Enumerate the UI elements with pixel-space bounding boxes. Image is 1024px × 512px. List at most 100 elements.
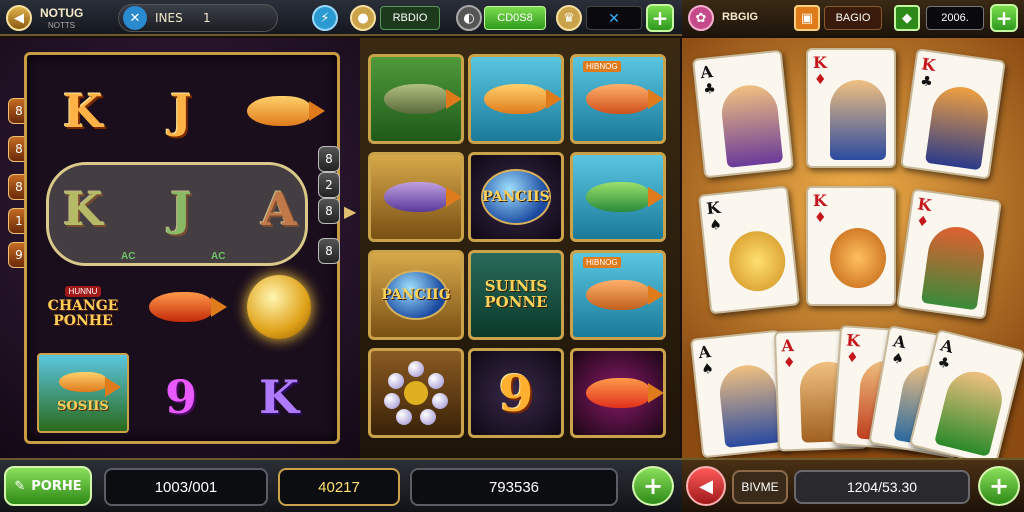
tile[interactable]: 9	[468, 348, 564, 438]
bonus-icon[interactable]: ▣	[794, 5, 820, 31]
tile[interactable]: PANCIIG	[368, 250, 464, 340]
symbol-letter: K	[259, 370, 299, 424]
add-balance-button[interactable]: +	[990, 4, 1018, 32]
back-label-box[interactable]: BIVME	[732, 470, 788, 504]
pearl	[432, 393, 448, 409]
lightning-icon[interactable]: ⚡	[312, 5, 338, 31]
card-portrait	[924, 83, 992, 171]
playing-card[interactable]: K ♦	[806, 186, 896, 306]
right-line-num[interactable]: 8	[318, 146, 340, 172]
coin-icon[interactable]: ●	[350, 5, 376, 31]
sosiis-text: SOSIIS	[57, 399, 109, 415]
reel-symbol: K	[37, 67, 129, 155]
card-rank: K	[705, 197, 722, 219]
goldfish-symbol	[135, 263, 227, 351]
arrow-right-icon[interactable]: ▶	[344, 202, 356, 221]
pearl	[420, 409, 436, 425]
tile[interactable]: HIBNOG	[570, 54, 666, 144]
win-display: 40217	[278, 468, 400, 506]
card-table-panel: A ♣ K ♦ K ♣ K ♠ K ♦ K ♦ A ♠ A ♦ K ♦ A ♠ …	[682, 38, 1024, 468]
spade-icon: ♠	[890, 350, 906, 369]
card-portrait	[717, 362, 782, 448]
chip-pink-icon[interactable]: ✿	[688, 5, 714, 31]
slot-machine-panel: 8 8 8 1 9 K J K J A AC AC HUNNU CHANGE P…	[0, 38, 360, 458]
card-rank: A	[781, 335, 795, 356]
playing-card[interactable]: A ♣	[691, 49, 795, 179]
diamond-icon: ♦	[845, 349, 860, 367]
tile[interactable]	[368, 152, 464, 242]
playing-card[interactable]: K ♣	[900, 48, 1006, 180]
diamond-icon: ♦	[814, 210, 827, 226]
spade-icon: ♠	[708, 216, 723, 234]
sosiis-symbol: SOSIIS	[37, 353, 129, 433]
cross-icon: ✕	[608, 9, 620, 26]
lines-pill[interactable]: ✕ INES 1	[118, 4, 278, 32]
spade-icon: ♠	[700, 360, 715, 378]
lines-icon: ✕	[123, 6, 147, 30]
gold-coin-icon	[247, 275, 311, 339]
card-rank: A	[699, 61, 714, 83]
banner-text: CHANGE PONHE	[47, 297, 119, 329]
tile-label: SUINIS PONNE	[484, 277, 548, 311]
club-icon: ♣	[935, 354, 952, 373]
lines-value: 1	[203, 11, 211, 25]
gem-icon[interactable]: ◆	[894, 5, 920, 31]
fish-icon	[586, 182, 663, 212]
tile[interactable]	[468, 54, 564, 144]
gold-center	[404, 381, 428, 405]
back-arrow-icon[interactable]: ◀	[6, 5, 32, 31]
win-line-highlight	[46, 162, 308, 266]
card-rank: K	[916, 194, 933, 215]
chip-icon[interactable]: ◐	[456, 5, 482, 31]
reel-symbol: K	[233, 353, 325, 441]
diamond-icon: ♦	[782, 354, 796, 372]
card-rank: K	[813, 191, 827, 210]
playing-card[interactable]: K ♠	[697, 185, 801, 315]
back-button[interactable]: ◀	[686, 466, 726, 506]
card-portrait	[726, 228, 789, 294]
playing-card[interactable]: K ♦	[896, 188, 1002, 320]
tile[interactable]	[368, 54, 464, 144]
balance-box: 2006.	[926, 6, 984, 30]
pearl	[388, 373, 404, 389]
symbol-letter: 9	[164, 370, 197, 424]
game-subtitle: NOTTS	[48, 21, 76, 30]
diamond-icon: ♦	[814, 72, 827, 88]
coin-symbol	[233, 263, 325, 351]
tile[interactable]	[368, 348, 464, 438]
card-rank: K	[845, 330, 861, 351]
mode-box: RBDIO	[380, 6, 440, 30]
orb-icon: PANCIIG	[381, 270, 451, 320]
total-bet-display: 1003/001	[104, 468, 268, 506]
club-icon: ♣	[919, 73, 934, 91]
tile[interactable]	[570, 348, 666, 438]
tile[interactable]	[570, 152, 666, 242]
card-portrait	[830, 80, 886, 160]
add-coins-button[interactable]: +	[646, 4, 674, 32]
right-line-num[interactable]: 8	[318, 198, 340, 224]
tile-grid-panel: HIBNOG PANCIIS PANCIIG SUINIS PONNE HIBN…	[360, 38, 680, 458]
trophy-icon[interactable]: ♛	[556, 5, 582, 31]
lines-label: INES	[155, 11, 183, 25]
right-line-num[interactable]: 8	[318, 238, 340, 264]
spade-icon: ♣	[702, 80, 717, 98]
game-screen: ◀ NOTUG NOTTS ✕ INES 1 ⚡ ● RBDIO ◐ CD0S8…	[0, 0, 1024, 512]
symbol-letter: J	[170, 84, 192, 138]
card-rank: A	[891, 331, 908, 353]
back-arrow-icon: ◀	[699, 475, 713, 497]
playing-card[interactable]: K ♦	[806, 48, 896, 168]
bonus-x-box: ✕	[586, 6, 642, 30]
tile-label: PANCIIG	[381, 286, 451, 303]
tile-label: 9	[498, 363, 534, 423]
tile[interactable]: SUINIS PONNE	[468, 250, 564, 340]
add-bet-button[interactable]: +	[632, 466, 674, 506]
fish-icon	[484, 84, 561, 114]
spin-button[interactable]: ✎ PORHE	[4, 466, 92, 506]
reel-symbol: 9	[135, 353, 227, 441]
pearl	[396, 409, 412, 425]
card-portrait	[719, 82, 784, 168]
right-line-num[interactable]: 2	[318, 172, 340, 198]
tile[interactable]: PANCIIS	[468, 152, 564, 242]
add-right-button[interactable]: +	[978, 466, 1020, 506]
tile[interactable]: HIBNOG	[570, 250, 666, 340]
